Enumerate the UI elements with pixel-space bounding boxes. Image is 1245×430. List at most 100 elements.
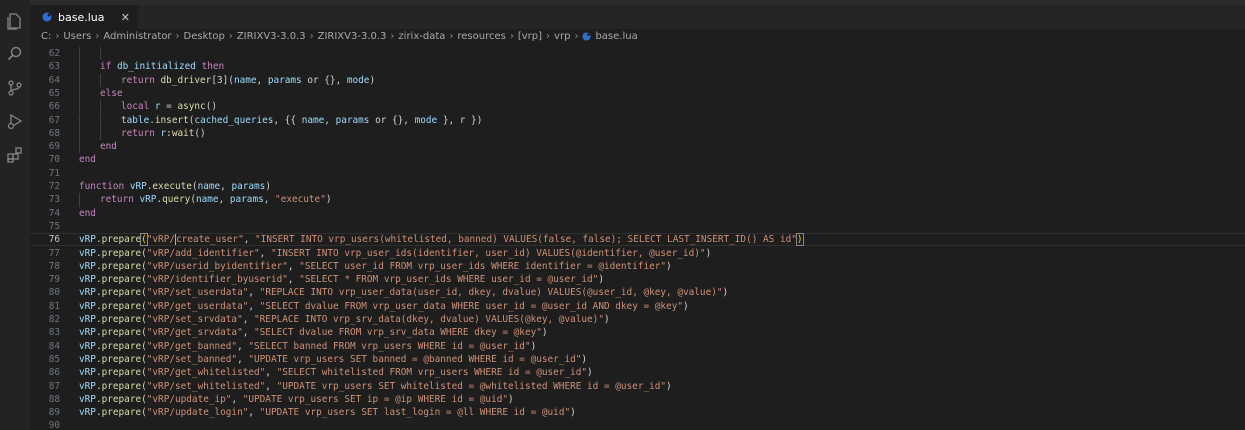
code-line[interactable]: 73 return vRP.query(name, params, "execut… [30, 193, 1245, 206]
breadcrumb-item[interactable]: vrp [554, 31, 570, 42]
code-text: vRP.prepare("vRP/set_userdata", "REPLACE… [79, 286, 728, 299]
breadcrumb-item[interactable]: ZIRIXV3-3.0.3 [237, 31, 306, 42]
code-line[interactable]: 82 vRP.prepare("vRP/set_srvdata", "REPLAC… [30, 313, 1245, 326]
code-line[interactable]: 69 end [30, 140, 1245, 153]
code-line[interactable]: 80 vRP.prepare("vRP/set_userdata", "REPLA… [30, 286, 1245, 299]
line-number: 72 [48, 181, 60, 192]
code-text: local r = async() [121, 100, 217, 113]
line-number: 65 [48, 87, 60, 99]
breadcrumb-item[interactable]: Desktop [184, 31, 225, 42]
code-token: create_user" [176, 234, 244, 246]
tab-base-lua[interactable]: base.lua ✕ [30, 5, 138, 29]
code-token: , [259, 247, 271, 259]
code-token: "vRP/userid_byidentifier" [146, 260, 288, 272]
line-number: 81 [48, 300, 60, 312]
code-token: ) [541, 327, 548, 339]
breadcrumb-item[interactable]: C: [41, 31, 51, 42]
breadcrumb-item[interactable]: Users [63, 31, 91, 42]
code-line[interactable]: 63 if db_initialized then [30, 60, 1245, 73]
code-line[interactable]: 76 vRP.prepare("vRP/create_user", "INSERT… [30, 233, 1245, 247]
code-line[interactable]: 90 [30, 419, 1245, 430]
chevron-right-icon: › [309, 31, 314, 42]
code-token: , [242, 314, 255, 325]
code-token: or [301, 74, 325, 86]
code-token: , [248, 287, 260, 299]
line-number: 78 [48, 260, 60, 272]
code-token: prepare [101, 234, 142, 246]
code-line[interactable]: 70 end [30, 153, 1245, 166]
code-editor[interactable]: 62 63 if db_initialized then 64 return db_dr… [30, 44, 1245, 430]
code-line[interactable]: 72 function vRP.execute(name, params) [30, 180, 1245, 193]
code-line[interactable]: 64 return db_driver[3](name, params or {}… [30, 74, 1245, 87]
breadcrumb-item[interactable]: zirix-data [398, 31, 445, 42]
code-line[interactable]: 66 local r = async() [30, 100, 1245, 113]
code-text: table.insert(cached_queries, {{ name, pa… [121, 114, 482, 127]
breadcrumb-file-label: base.lua [595, 31, 638, 42]
code-token: vRP [79, 300, 96, 312]
code-line[interactable]: 62 [30, 47, 1245, 60]
extensions-icon[interactable] [6, 146, 24, 164]
code-token: "vRP/get_srvdata" [146, 327, 243, 339]
code-token: , [263, 194, 276, 206]
line-number: 70 [48, 154, 60, 166]
code-line[interactable]: 89 vRP.prepare("vRP/update_login", "UPDAT… [30, 406, 1245, 419]
code-token: , [256, 74, 268, 86]
code-token: params [229, 194, 264, 206]
code-token: ) [666, 260, 672, 272]
breadcrumb-item[interactable]: resources [457, 31, 505, 42]
chevron-right-icon: › [509, 31, 514, 42]
code-token: ) [325, 194, 332, 206]
code-line[interactable]: 83 vRP.prepare("vRP/get_srvdata", "SELECT… [30, 326, 1245, 339]
code-line[interactable]: 71 [30, 167, 1245, 180]
code-line[interactable]: 68 return r:wait() [30, 127, 1245, 140]
code-token: = [160, 101, 178, 113]
breadcrumb-item[interactable]: [vrp] [518, 31, 542, 42]
code-token: , [242, 327, 255, 339]
breadcrumb-item[interactable]: Administrator [103, 31, 171, 42]
breadcrumb-file[interactable]: base.lua [582, 31, 638, 42]
code-token: vRP [79, 367, 96, 379]
code-line[interactable]: 77 vRP.prepare("vRP/add_identifier", "INS… [30, 247, 1245, 260]
line-number: 68 [48, 127, 60, 139]
run-debug-icon[interactable] [6, 112, 24, 130]
code-text: end [100, 140, 117, 153]
code-line[interactable]: 78 vRP.prepare("vRP/userid_byidentifier",… [30, 260, 1245, 273]
code-token: local [121, 101, 155, 113]
code-line[interactable]: 88 vRP.prepare("vRP/update_ip", "UPDATE v… [30, 393, 1245, 406]
code-token: ) [795, 233, 804, 247]
code-line[interactable]: 79 vRP.prepare("vRP/identifier_byuserid",… [30, 273, 1245, 286]
code-line[interactable]: 84 vRP.prepare("vRP/get_banned", "SELECT … [30, 340, 1245, 353]
code-line[interactable]: 85 vRP.prepare("vRP/set_banned", "UPDATE … [30, 353, 1245, 366]
code-token: }) [465, 114, 483, 126]
source-control-icon[interactable] [6, 79, 24, 97]
code-line[interactable]: 81 vRP.prepare("vRP/get_userdata", "SELEC… [30, 300, 1245, 313]
breadcrumb-item[interactable]: ZIRIXV3-3.0.3 [318, 31, 387, 42]
code-line[interactable]: 67 table.insert(cached_queries, {{ name, … [30, 114, 1245, 127]
code-text: return vRP.query(name, params, "execute"… [100, 193, 332, 206]
code-text: vRP.prepare("vRP/set_srvdata", "REPLACE … [79, 313, 610, 326]
search-icon[interactable] [6, 45, 24, 63]
code-token: "vRP/update_login" [146, 407, 249, 419]
chevron-right-icon: › [546, 31, 551, 42]
code-line[interactable]: 75 [30, 220, 1245, 233]
line-number: 64 [48, 74, 60, 86]
code-token: prepare [101, 327, 142, 339]
code-text: vRP.prepare("vRP/get_whitelisted", "SELE… [79, 366, 593, 379]
chevron-right-icon: › [175, 31, 180, 42]
code-text: vRP.prepare("vRP/set_whitelisted", "UPDA… [79, 380, 672, 393]
code-token: "vRP/set_banned" [146, 353, 238, 365]
code-line[interactable]: 65 else [30, 87, 1245, 100]
code-token: ) [722, 287, 729, 299]
code-token: ]( [222, 74, 234, 86]
code-token: "vRP/update_ip" [146, 393, 232, 405]
code-line[interactable]: 86 vRP.prepare("vRP/get_whitelisted", "SE… [30, 366, 1245, 379]
code-token: () [205, 101, 217, 113]
code-token: insert [154, 114, 189, 126]
close-icon[interactable]: ✕ [121, 11, 130, 24]
files-icon[interactable] [6, 12, 24, 30]
code-text: end [79, 207, 96, 220]
code-token: prepare [101, 393, 142, 405]
code-line[interactable]: 74 end [30, 207, 1245, 220]
code-token: , [324, 114, 336, 126]
code-line[interactable]: 87 vRP.prepare("vRP/set_whitelisted", "UP… [30, 380, 1245, 393]
